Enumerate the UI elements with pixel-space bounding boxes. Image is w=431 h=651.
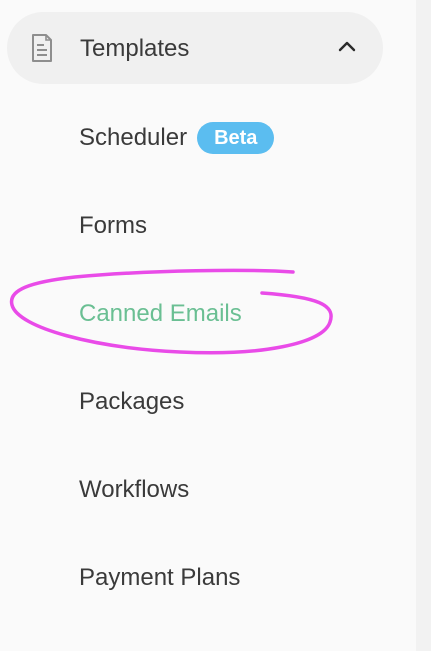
templates-section-header[interactable] <box>7 12 383 84</box>
chevron-up-icon[interactable] <box>336 38 358 54</box>
nav-item-label: Forms <box>79 212 147 239</box>
nav-item-packages[interactable]: Packages <box>79 385 184 419</box>
sidebar-scroll-edge <box>416 0 431 651</box>
document-icon <box>32 34 52 62</box>
nav-item-payment-plans[interactable]: Payment Plans <box>79 561 240 595</box>
nav-item-label: Packages <box>79 388 185 415</box>
nav-item-canned-emails[interactable]: Canned Emails <box>79 297 242 331</box>
nav-item-label: Canned Emails <box>79 300 242 327</box>
nav-item-scheduler[interactable]: Scheduler Beta <box>79 121 275 155</box>
nav-item-forms[interactable]: Forms <box>79 209 147 243</box>
nav-item-label: Workflows <box>79 476 190 503</box>
nav-item-label: Payment Plans <box>79 564 241 591</box>
beta-badge: Beta <box>197 122 275 154</box>
section-title: Templates <box>80 35 190 62</box>
nav-item-label: Scheduler <box>79 124 188 151</box>
nav-item-workflows[interactable]: Workflows <box>79 473 189 507</box>
